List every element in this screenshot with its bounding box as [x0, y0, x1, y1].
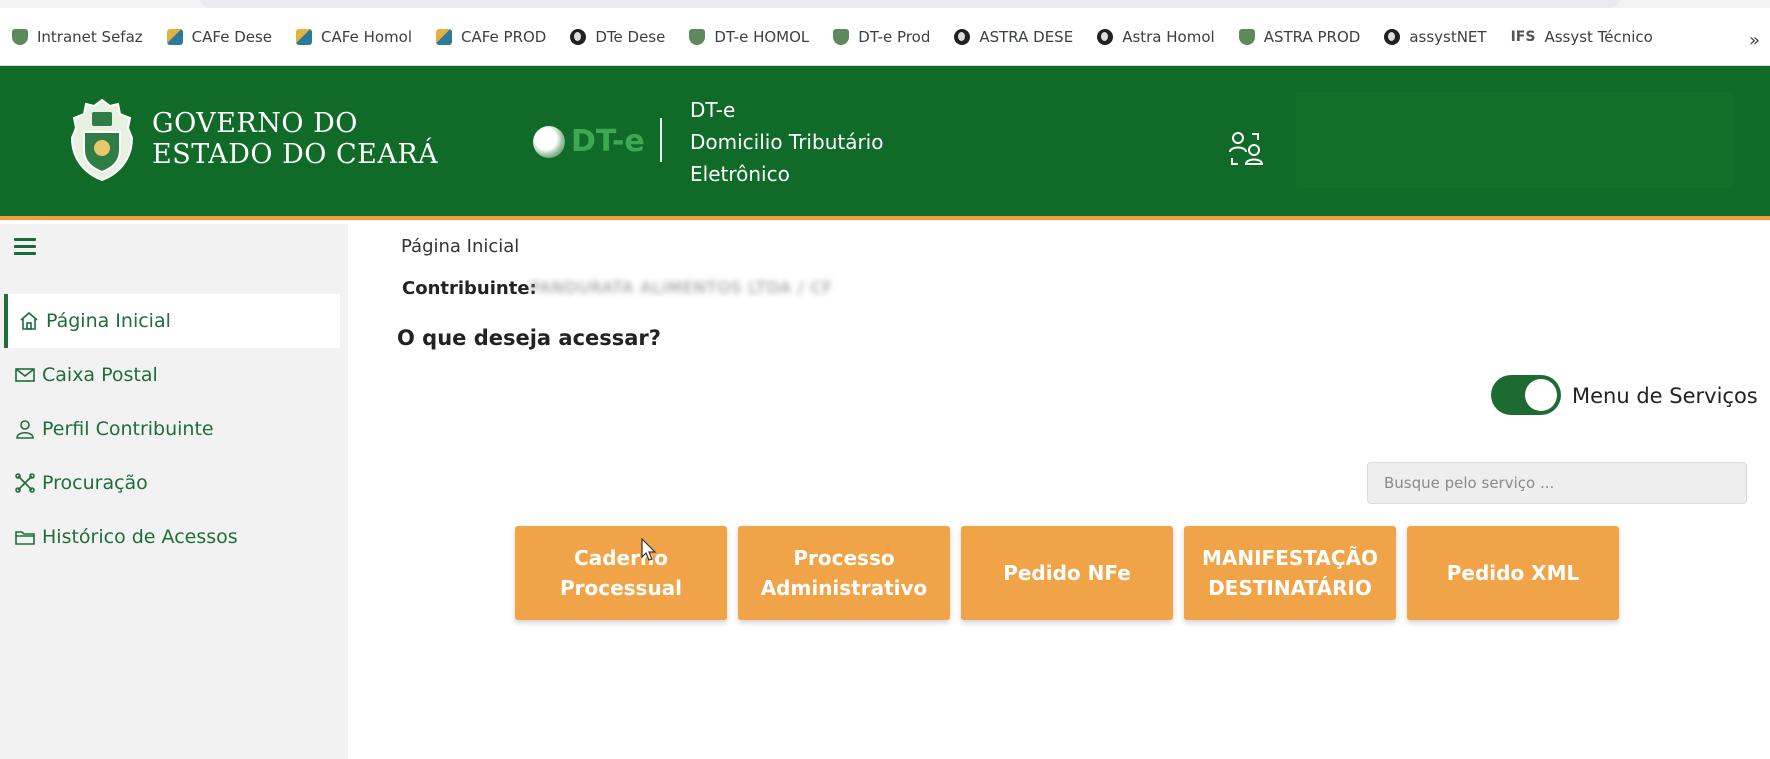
- envelope-icon: [15, 368, 35, 382]
- contribuinte-value: PANDURATA ALIMENTOS LTDA / CF: [530, 278, 833, 297]
- menu-servicos-toggle[interactable]: [1491, 375, 1561, 415]
- globe-icon: [1384, 28, 1401, 45]
- shield-icon: [12, 28, 28, 45]
- tile-manifestacao-destinatario[interactable]: MANIFESTAÇÃO DESTINATÁRIO: [1184, 526, 1396, 620]
- tools-icon: [15, 473, 35, 493]
- system-name: DT-e Domicilio Tributário Eletrônico: [690, 98, 884, 186]
- globe-icon: [570, 28, 587, 45]
- toggle-knob: [1525, 379, 1557, 411]
- bookmark-dte-homol[interactable]: DT-e HOMOL: [689, 28, 809, 46]
- shield-icon: [1238, 28, 1255, 45]
- sidebar-item-procuracao[interactable]: Procuração: [4, 456, 340, 510]
- app-header: GOVERNO DO ESTADO DO CEARÁ DT-e DT-e Dom…: [0, 66, 1770, 220]
- sidebar-item-caixa-postal[interactable]: Caixa Postal: [4, 348, 340, 402]
- shield-icon: [833, 28, 850, 45]
- user-icon: [16, 420, 34, 439]
- tile-caderno-processual[interactable]: Caderno Processual: [515, 526, 727, 620]
- cube-icon: [166, 28, 183, 45]
- bookmark-cafe-dese[interactable]: CAFe Dese: [166, 28, 272, 46]
- government-name: GOVERNO DO ESTADO DO CEARÁ: [152, 108, 439, 170]
- tile-pedido-xml[interactable]: Pedido XML: [1407, 526, 1619, 620]
- contribuinte-label: Contribuinte:: [402, 278, 537, 299]
- bookmarks-bar: Intranet Sefaz CAFe Dese CAFe Homol CAFe…: [0, 8, 1770, 66]
- address-bar[interactable]: [200, 0, 1620, 8]
- switch-user-icon[interactable]: [1226, 128, 1266, 168]
- sidebar-item-pagina-inicial[interactable]: Página Inicial: [4, 294, 340, 348]
- browser-tab-strip: [0, 0, 1770, 8]
- page-title: O que deseja acessar?: [397, 326, 661, 350]
- bookmark-astra-prod[interactable]: ASTRA PROD: [1238, 28, 1360, 46]
- dte-logo: DT-e: [533, 124, 645, 159]
- bookmark-assystnet[interactable]: assystNET: [1384, 28, 1487, 46]
- more-bookmarks-icon[interactable]: »: [1749, 30, 1760, 51]
- cube-icon: [296, 28, 313, 45]
- header-divider: [660, 118, 662, 162]
- main-content: Página Inicial Contribuinte: PANDURATA A…: [348, 224, 1770, 759]
- hamburger-menu-icon[interactable]: [14, 238, 36, 256]
- user-info-area: [1296, 92, 1734, 188]
- bookmark-intranet-sefaz[interactable]: Intranet Sefaz: [12, 28, 143, 46]
- sidebar-item-historico-acessos[interactable]: Histórico de Acessos: [4, 510, 340, 564]
- dte-logo-icon: [533, 125, 565, 158]
- sidebar: Página Inicial Caixa Postal Perfil Contr…: [0, 224, 348, 759]
- home-icon: [20, 311, 38, 330]
- service-search-input[interactable]: [1367, 462, 1747, 504]
- cube-icon: [435, 28, 452, 45]
- sidebar-item-perfil-contribuinte[interactable]: Perfil Contribuinte: [4, 402, 340, 456]
- bookmark-dte-prod[interactable]: DT-e Prod: [833, 28, 930, 46]
- bookmark-astra-homol[interactable]: Astra Homol: [1097, 28, 1215, 46]
- bookmark-dte-dese[interactable]: DTe Dese: [570, 28, 665, 46]
- globe-icon: [1097, 28, 1114, 45]
- bookmark-cafe-homol[interactable]: CAFe Homol: [296, 28, 412, 46]
- toggle-label: Menu de Serviços: [1572, 384, 1758, 408]
- bookmark-astra-dese[interactable]: ASTRA DESE: [954, 28, 1073, 46]
- globe-icon: [954, 28, 971, 45]
- mouse-cursor-icon: [641, 538, 657, 561]
- breadcrumb[interactable]: Página Inicial: [401, 236, 519, 257]
- bookmark-assyst-tecnico[interactable]: IFS Assyst Técnico: [1511, 28, 1653, 46]
- tile-pedido-nfe[interactable]: Pedido NFe: [961, 526, 1173, 620]
- shield-icon: [689, 28, 706, 45]
- state-coat-of-arms-icon: [70, 98, 134, 182]
- tile-processo-administrativo[interactable]: Processo Administrativo: [738, 526, 950, 620]
- service-tiles: Caderno Processual Processo Administrativo…: [515, 526, 1630, 620]
- bookmark-cafe-prod[interactable]: CAFe PROD: [435, 28, 546, 46]
- ifs-icon: IFS: [1510, 28, 1536, 45]
- folder-icon: [15, 531, 35, 545]
